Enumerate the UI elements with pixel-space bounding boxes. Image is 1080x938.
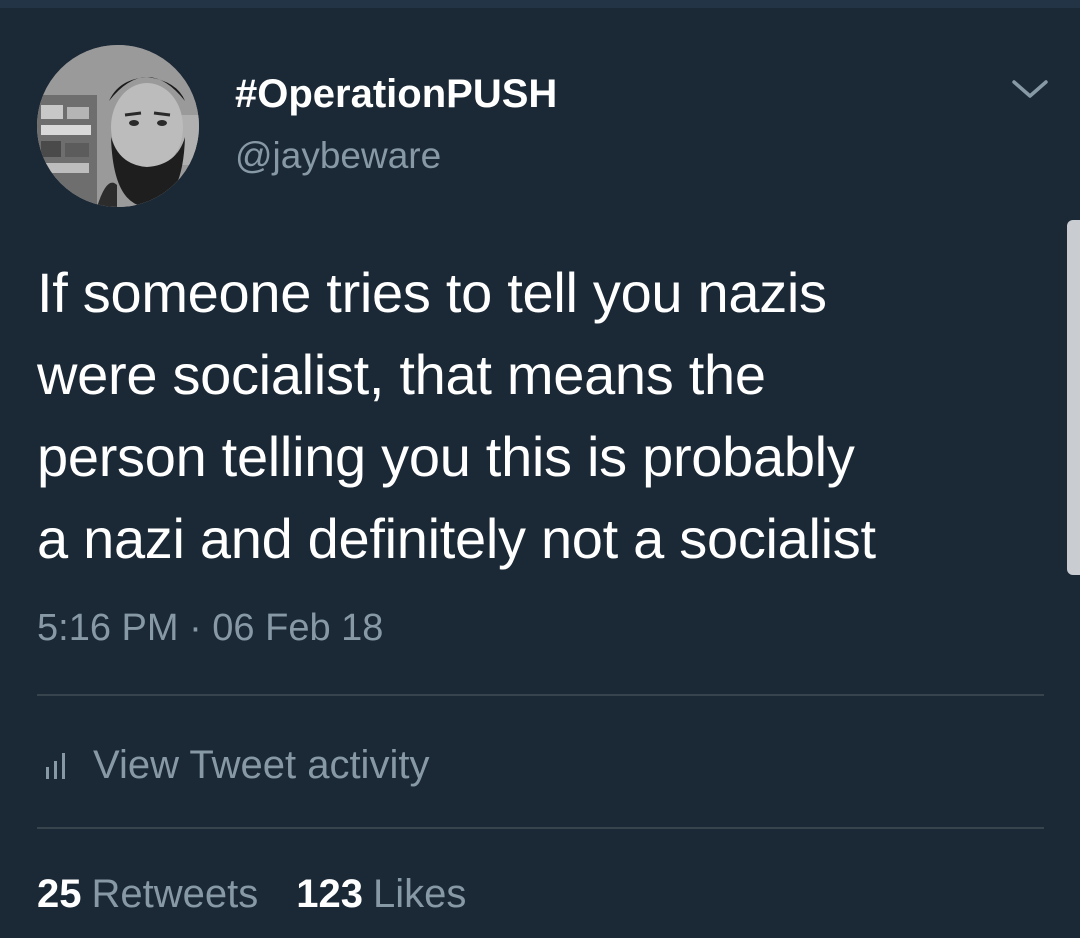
retweets-label: Retweets bbox=[91, 872, 259, 916]
view-tweet-activity-label: View Tweet activity bbox=[93, 742, 430, 787]
chevron-down-icon[interactable] bbox=[1010, 74, 1050, 104]
divider bbox=[37, 827, 1044, 829]
tweet-stats: 25 Retweets 123 Likes bbox=[37, 872, 504, 917]
author-display-name[interactable]: #OperationPUSH bbox=[235, 72, 557, 117]
likes-stat[interactable]: 123 Likes bbox=[296, 872, 466, 917]
author-handle[interactable]: @jaybeware bbox=[235, 135, 441, 177]
tweet-text-line: were socialist, that means the bbox=[37, 343, 766, 406]
top-bar-strip bbox=[0, 0, 1080, 8]
divider bbox=[37, 694, 1044, 696]
avatar[interactable] bbox=[37, 45, 199, 207]
tweet-text: If someone tries to tell you nazis were … bbox=[37, 252, 1067, 580]
tweet-text-line: If someone tries to tell you nazis bbox=[37, 261, 827, 324]
tweet-text-line: person telling you this is probably bbox=[37, 425, 855, 488]
retweets-count: 25 bbox=[37, 872, 82, 916]
likes-count: 123 bbox=[296, 872, 363, 916]
avatar-image bbox=[37, 45, 199, 207]
tweet-timestamp: 5:16 PM · 06 Feb 18 bbox=[37, 607, 384, 649]
retweets-stat[interactable]: 25 Retweets bbox=[37, 872, 258, 917]
tweet-text-line: a nazi and definitely not a socialist bbox=[37, 507, 876, 570]
likes-label: Likes bbox=[373, 872, 467, 916]
scrollbar-thumb[interactable] bbox=[1067, 220, 1080, 575]
bar-chart-icon bbox=[46, 753, 65, 779]
view-tweet-activity-button[interactable]: View Tweet activity bbox=[45, 740, 429, 790]
